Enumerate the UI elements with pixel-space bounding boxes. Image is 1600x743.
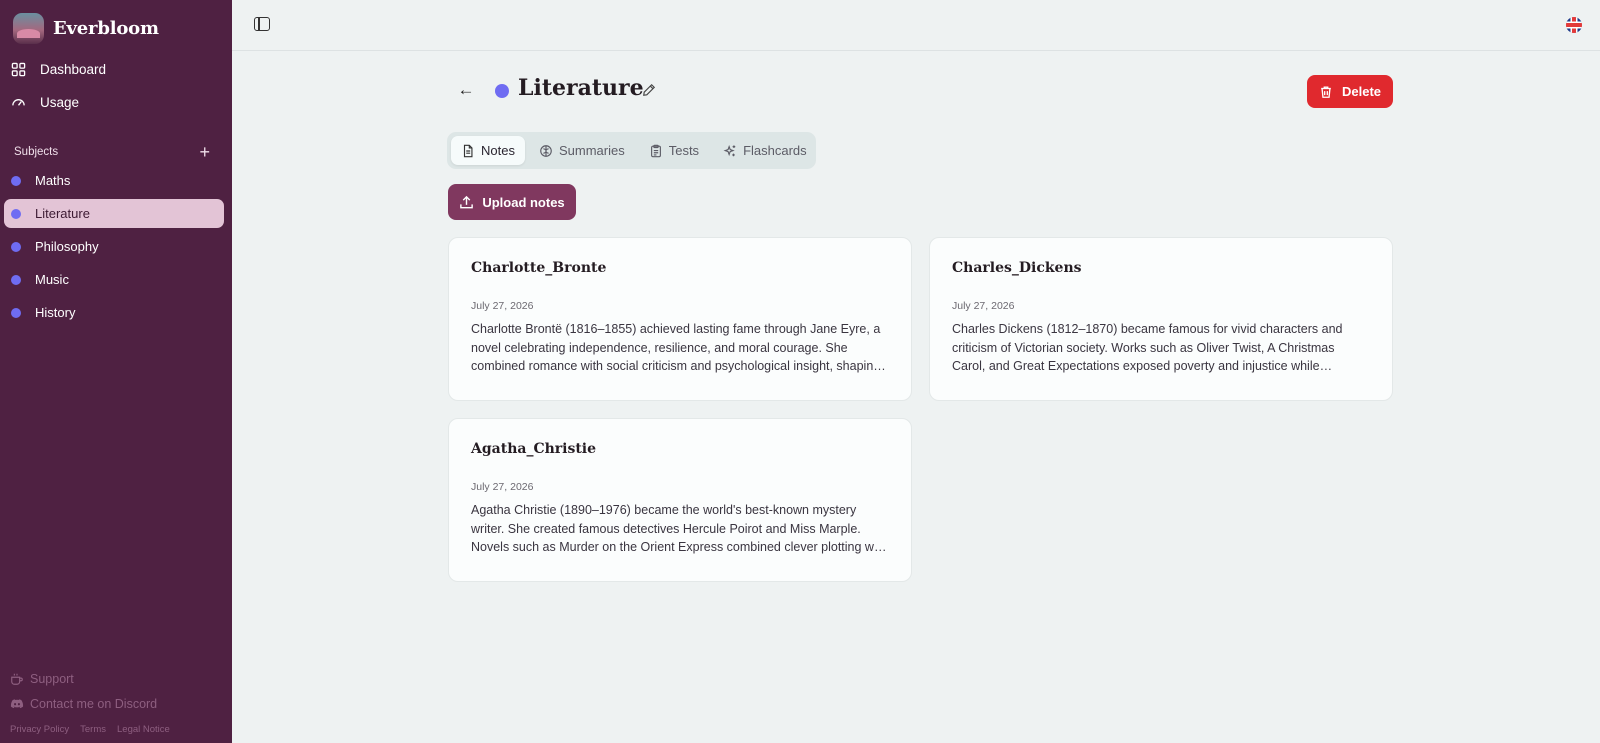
subject-dot xyxy=(11,274,21,285)
legal-links: Privacy Policy Terms Legal Notice xyxy=(10,716,220,743)
note-date: July 27, 2026 xyxy=(952,300,1015,312)
page-title: Literature xyxy=(518,75,644,101)
note-excerpt: Agatha Christie (1890–1976) became the w… xyxy=(471,503,888,554)
subject-label: History xyxy=(35,305,76,320)
back-arrow-icon[interactable]: ← xyxy=(455,79,477,101)
subject-item-music[interactable]: Music xyxy=(4,265,224,294)
brand-logo xyxy=(13,13,44,44)
upload-icon xyxy=(460,195,474,208)
subjects-header: Subjects + xyxy=(14,143,210,161)
tab-label: Flashcards xyxy=(743,143,807,158)
trash-icon xyxy=(1321,86,1331,98)
subject-color-dot xyxy=(495,84,509,98)
note-date: July 27, 2026 xyxy=(471,300,534,312)
support-label: Support xyxy=(30,671,74,686)
main-nav: Dashboard Usage xyxy=(0,53,232,119)
discord-label: Contact me on Discord xyxy=(30,696,158,711)
discord-icon xyxy=(10,698,24,708)
plus-icon[interactable]: + xyxy=(199,143,210,161)
nav-item-usage[interactable]: Usage xyxy=(0,86,232,119)
nav-item-dashboard[interactable]: Dashboard xyxy=(0,53,232,86)
note-card[interactable]: Charles_Dickens July 27, 2026 Charles Di… xyxy=(929,237,1393,401)
brand-name: Everbloom xyxy=(53,18,159,39)
tab-tests[interactable]: Tests xyxy=(639,136,709,165)
subject-label: Maths xyxy=(35,173,71,188)
privacy-link[interactable]: Privacy Policy xyxy=(10,724,69,735)
clipboard-icon xyxy=(650,144,661,157)
sidebar-footer: Support Contact me on Discord Privacy Po… xyxy=(10,666,220,743)
note-title: Charlotte_Bronte xyxy=(471,260,607,276)
subject-dot xyxy=(11,208,21,219)
subject-item-philosophy[interactable]: Philosophy xyxy=(4,232,224,261)
delete-button[interactable]: Delete xyxy=(1307,75,1393,108)
legal-notice-link[interactable]: Legal Notice xyxy=(117,724,170,735)
upload-label: Upload notes xyxy=(482,194,565,210)
subject-dot xyxy=(11,241,21,252)
tab-notes[interactable]: Notes xyxy=(451,136,525,165)
subject-item-history[interactable]: History xyxy=(4,298,224,327)
brand[interactable]: Everbloom xyxy=(13,13,159,44)
upload-notes-button[interactable]: Upload notes xyxy=(448,184,576,220)
subject-label: Literature xyxy=(35,206,90,221)
nav-item-label: Dashboard xyxy=(40,62,107,77)
note-card[interactable]: Charlotte_Bronte July 27, 2026 Charlotte… xyxy=(448,237,912,401)
terms-link[interactable]: Terms xyxy=(80,724,106,735)
note-date: July 27, 2026 xyxy=(471,481,534,493)
gauge-icon xyxy=(12,99,25,106)
delete-label: Delete xyxy=(1341,84,1382,99)
tab-label: Notes xyxy=(481,143,515,158)
document-icon xyxy=(463,144,473,157)
tab-flashcards[interactable]: Flashcards xyxy=(713,136,817,165)
grid-icon xyxy=(11,62,26,77)
sidebar-toggle-icon[interactable] xyxy=(254,17,270,31)
support-link[interactable]: Support xyxy=(10,666,220,691)
note-title: Agatha_Christie xyxy=(471,441,597,457)
tab-bar: Notes Summaries Tests Flashcards xyxy=(447,132,816,169)
subject-dot xyxy=(11,307,21,318)
sparkles-icon xyxy=(723,144,736,156)
tab-summaries[interactable]: Summaries xyxy=(529,136,635,165)
pencil-icon[interactable] xyxy=(642,83,656,97)
sidebar: Everbloom Dashboard Usage Subjects + Mat… xyxy=(0,0,232,743)
nav-item-label: Usage xyxy=(40,95,80,110)
tab-label: Summaries xyxy=(558,143,625,158)
subjects-heading: Subjects xyxy=(14,146,59,158)
uk-flag-icon[interactable] xyxy=(1566,17,1582,33)
brain-icon xyxy=(540,144,552,157)
note-title: Charles_Dickens xyxy=(952,260,1082,276)
subject-item-literature[interactable]: Literature xyxy=(4,199,224,228)
tab-label: Tests xyxy=(668,143,700,158)
subject-label: Philosophy xyxy=(35,239,99,254)
coffee-icon xyxy=(11,673,23,685)
subject-item-maths[interactable]: Maths xyxy=(4,166,224,195)
topbar xyxy=(232,0,1600,51)
subject-dot xyxy=(11,175,21,186)
subjects-list: Maths Literature Philosophy Music Histor… xyxy=(4,166,224,331)
note-excerpt: Charlotte Brontë (1816–1855) achieved la… xyxy=(471,322,881,373)
note-excerpt: Charles Dickens (1812–1870) became famou… xyxy=(952,322,1343,373)
subject-label: Music xyxy=(35,272,69,287)
discord-link[interactable]: Contact me on Discord xyxy=(10,691,220,716)
note-card[interactable]: Agatha_Christie July 27, 2026 Agatha Chr… xyxy=(448,418,912,582)
